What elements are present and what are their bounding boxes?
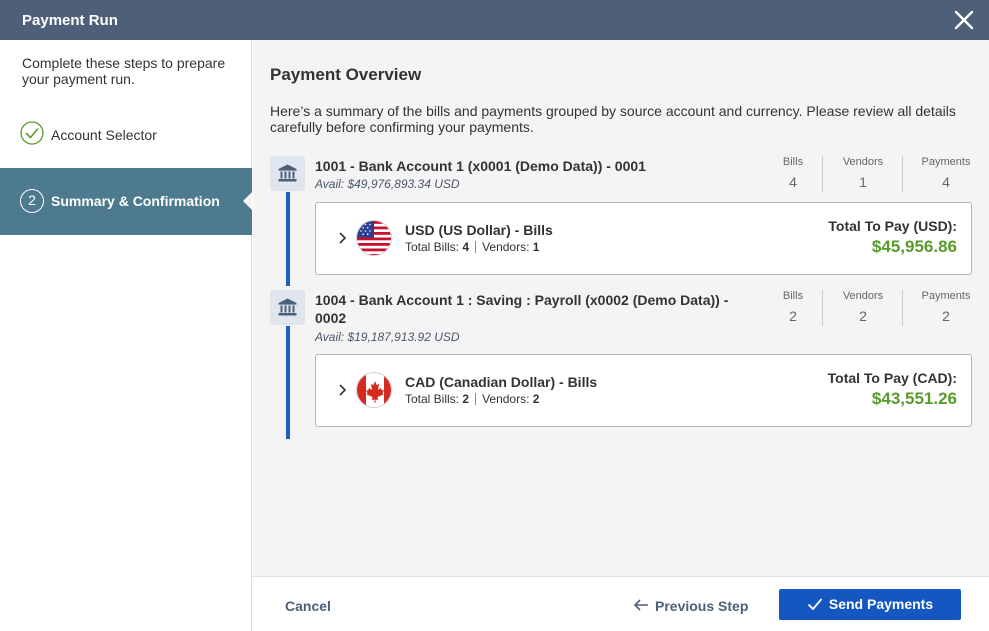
us-flag-icon [356, 220, 392, 256]
arrow-left-icon [633, 598, 649, 614]
title-bar: Payment Run [0, 0, 989, 40]
step-number: 2 [20, 189, 44, 213]
dialog-footer: Cancel Previous Step Send Payments [253, 576, 989, 631]
bank-icon [270, 156, 305, 191]
currency-meta: Total Bills: 4 Vendors: 1 [405, 240, 540, 254]
step-label: Summary & Confirmation [51, 193, 220, 209]
account-available: Avail: $19,187,913.92 USD [315, 330, 460, 344]
currency-card-usd[interactable]: USD (US Dollar) - Bills Total Bills: 4 Ve… [315, 202, 972, 275]
page-title: Payment Overview [270, 65, 422, 84]
previous-step-label: Previous Step [655, 598, 749, 614]
chevron-right-icon[interactable] [338, 383, 347, 400]
main-panel: Payment Overview Here’s a summary of the… [253, 40, 989, 576]
bank-icon [270, 290, 305, 325]
bills-stat: Bills 2 [782, 290, 804, 324]
currency-name: USD (US Dollar) - Bills [405, 222, 553, 238]
step-label: Account Selector [51, 127, 157, 143]
sidebar-intro: Complete these steps to prepare your pay… [22, 55, 226, 87]
currency-meta: Total Bills: 2 Vendors: 2 [405, 392, 540, 406]
send-payments-label: Send Payments [828, 596, 934, 612]
total-label: Total To Pay (USD): [828, 218, 957, 234]
check-circle-icon [20, 121, 44, 145]
account-name: 1004 - Bank Account 1 : Saving : Payroll… [315, 292, 729, 326]
send-payments-button[interactable]: Send Payments [779, 589, 961, 620]
total-amount: $43,551.26 [871, 389, 957, 408]
timeline-line [286, 192, 290, 286]
divider [902, 156, 903, 192]
canada-flag-icon [356, 372, 392, 408]
currency-name: CAD (Canadian Dollar) - Bills [405, 374, 598, 390]
account-available: Avail: $49,976,893.34 USD [315, 177, 460, 191]
previous-step-button[interactable]: Previous Step [633, 598, 748, 614]
vendors-stat: Vendors 1 [842, 156, 884, 190]
total-label: Total To Pay (CAD): [827, 370, 957, 386]
step-summary-confirmation[interactable]: 2 Summary & Confirmation [0, 168, 252, 235]
account-name: 1001 - Bank Account 1 (x0001 (Demo Data)… [315, 158, 646, 174]
checkmark-icon [807, 591, 823, 622]
dialog-title: Payment Run [22, 12, 118, 29]
cancel-button[interactable]: Cancel [285, 598, 331, 614]
bills-stat: Bills 4 [782, 156, 804, 190]
page-description: Here’s a summary of the bills and paymen… [270, 103, 956, 135]
currency-card-cad[interactable]: CAD (Canadian Dollar) - Bills Total Bill… [315, 354, 972, 427]
timeline-line [286, 326, 290, 439]
payments-stat: Payments 4 [921, 156, 971, 190]
close-icon[interactable] [952, 8, 976, 32]
total-amount: $45,956.86 [871, 237, 957, 256]
divider [902, 290, 903, 326]
steps-sidebar: Complete these steps to prepare your pay… [0, 40, 252, 631]
active-step-pointer [243, 192, 252, 210]
payments-stat: Payments 2 [921, 290, 971, 324]
step-account-selector[interactable]: Account Selector [0, 101, 252, 168]
vendors-stat: Vendors 2 [842, 290, 884, 324]
chevron-right-icon[interactable] [338, 231, 347, 248]
